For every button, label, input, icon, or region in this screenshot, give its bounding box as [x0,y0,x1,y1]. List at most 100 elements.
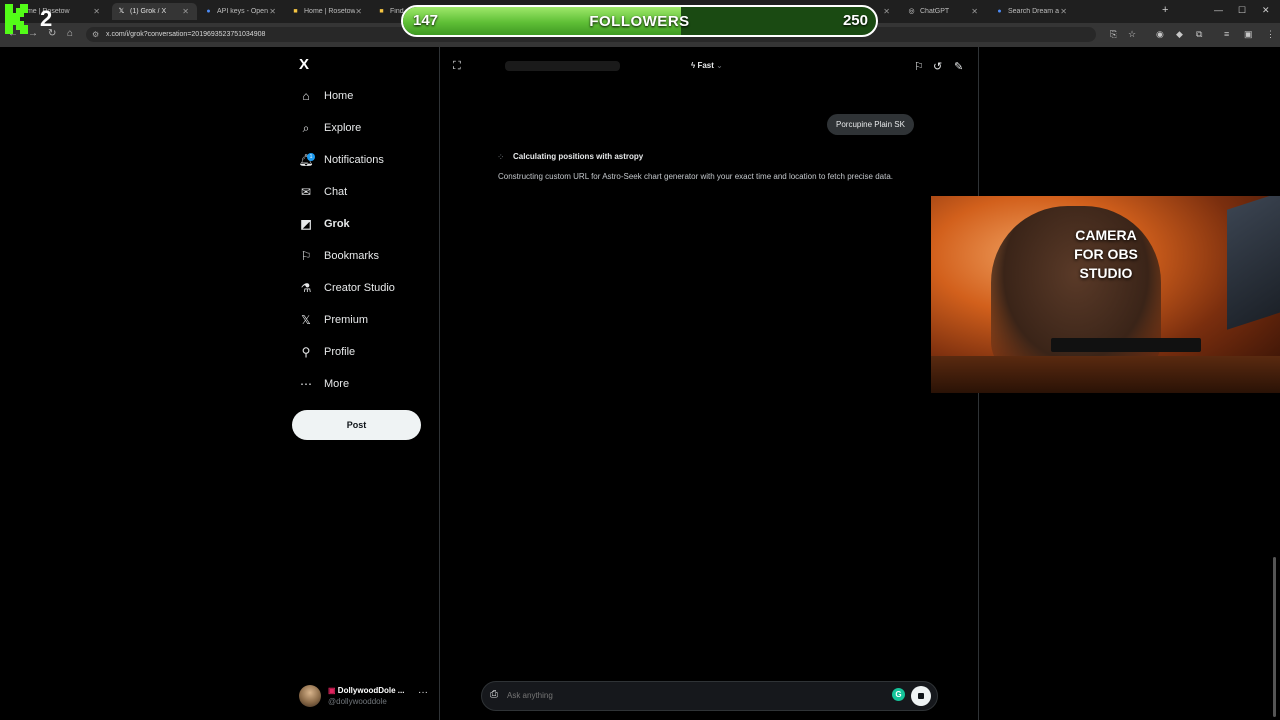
kick-count: 2 [40,6,53,31]
ask-input[interactable] [507,691,877,700]
bolt-icon: ϟ [691,61,696,70]
x-icon: 𝕏 [301,313,311,327]
minimize-button[interactable]: — [1214,5,1223,15]
sidebar-item-bookmarks[interactable]: ⚐ Bookmarks [299,246,379,266]
new-tab-button[interactable]: + [1162,4,1168,16]
followers-current: 147 [413,12,439,29]
canada-flag-icon: ▣ [328,686,336,695]
thinking-body: Constructing custom URL for Astro-Seek c… [498,172,894,181]
left-divider [439,47,440,720]
extension-grammarly-icon[interactable]: ◉ [1156,29,1164,40]
stop-button[interactable] [911,686,931,706]
menu-icon[interactable]: ⋮ [1266,29,1275,40]
tab-title: (1) Grok / X [130,8,167,15]
new-chat-icon[interactable]: ✎ [954,60,963,73]
attach-icon[interactable]: ⎙ [490,689,498,700]
chat-icon: ◎ [908,8,915,15]
thinking-title[interactable]: Calculating positions with astropy [513,152,643,161]
tab-title: API keys - Open [217,8,268,15]
sidepanel-icon[interactable]: ▣ [1244,29,1253,40]
sidebar-item-label: Grok [324,218,350,230]
url-text: x.com/i/grok?conversation=20196935237510… [106,31,266,38]
site-info-icon[interactable]: ⚙ [92,30,99,39]
x-icon: 𝕏 [118,8,125,15]
tab-title: Home | Rosetow [304,8,356,15]
sidebar-item-chat[interactable]: ✉ Chat [299,182,347,202]
media-icon[interactable]: ≡ [1224,29,1229,39]
profile-handle: @dollywooddole [328,697,387,706]
grammarly-icon[interactable]: G [892,688,905,701]
more-dots-icon[interactable]: ··· [418,687,428,698]
cam-monitor [1227,196,1280,330]
followers-goal-bar: FOLLOWERS 147 250 [401,5,878,37]
extensions-puzzle-icon[interactable]: ⧉ [1196,29,1202,40]
chevron-down-icon: ⌄ [716,61,723,70]
x-logo[interactable]: X [299,56,309,73]
avatar [299,685,321,707]
sidebar-item-premium[interactable]: 𝕏 Premium [299,310,368,330]
camera-label: CAMERA FOR OBS STUDIO [1074,227,1138,281]
history-icon[interactable]: ↺ [933,60,942,73]
sidebar-item-label: Creator Studio [324,282,395,294]
search-icon: ⌕ [302,120,310,135]
sidebar-item-grok[interactable]: ◩ Grok [299,214,350,234]
sidebar-item-label: Chat [324,186,348,198]
close-tab-icon[interactable]: ✕ [182,7,189,16]
thinking-icon: ⁘ [497,152,505,162]
sidebar-item-label: Premium [324,314,369,326]
browser-tab[interactable]: ● Search Dream a ✕ [990,3,1075,20]
stop-icon [918,693,924,699]
sidebar-item-creator-studio[interactable]: ⚗ Creator Studio [299,278,395,298]
sidebar-item-label: Notifications [324,154,384,166]
sidebar-item-home[interactable]: ⌂ Home [299,86,353,106]
model-selector[interactable]: ϟ Fast ⌄ [691,61,723,70]
sidebar-item-label: Explore [324,122,362,134]
sidebar-item-profile[interactable]: ⚲ Profile [299,342,356,362]
maximize-button[interactable]: ☐ [1238,5,1246,16]
home-browser-icon[interactable]: ⌂ [67,28,73,39]
close-tab-icon[interactable]: ✕ [93,7,100,16]
kick-logo [5,4,28,34]
expand-icon[interactable]: ⛶ [453,60,461,73]
close-tab-icon[interactable]: ✕ [971,7,978,16]
close-tab-icon[interactable]: ✕ [1060,7,1067,16]
sidebar-item-label: Home [324,90,354,102]
cam-desk [931,356,1280,393]
doc-icon: ■ [379,8,384,15]
more-circle-icon: ⋯ [300,377,312,391]
sidebar-item-label: More [324,378,350,390]
tab-title: Search Dream a [1008,8,1059,15]
globe-icon: ● [997,8,1002,15]
close-tab-icon[interactable]: ✕ [883,7,890,16]
close-tab-icon[interactable]: ✕ [269,7,276,16]
browser-tab[interactable]: ◎ ChatGPT ✕ [902,3,986,20]
home-icon: ⌂ [302,89,310,103]
bookmark-icon[interactable]: ⚐ [914,60,924,73]
grok-icon: ◩ [300,217,312,231]
user-message-bubble: Porcupine Plain SK [827,114,914,135]
person-icon: ⚲ [301,345,311,359]
browser-tab[interactable]: 𝕏 (1) Grok / X ✕ [112,3,197,20]
globe-icon: ● [206,8,211,15]
page-scrollbar[interactable] [1273,557,1276,717]
close-window-button[interactable]: ✕ [1262,5,1270,16]
cam-keyboard [1051,338,1201,352]
post-button[interactable]: Post [292,410,421,440]
sidebar-item-more[interactable]: ⋯ More [299,374,349,394]
star-icon[interactable]: ☆ [1128,29,1136,40]
mail-icon: ✉ [300,185,312,199]
webcam-overlay: CAMERA FOR OBS STUDIO [931,196,1280,393]
sidebar-item-label: Profile [324,346,356,358]
sidebar-item-notifications[interactable]: 🔔︎ 1 Notifications [298,150,384,170]
install-icon[interactable]: ⎘ [1110,29,1117,40]
followers-label: FOLLOWERS [589,13,690,30]
doc-icon: ■ [293,8,298,15]
browser-tab[interactable]: ■ Home | Rosetow ✕ [286,3,370,20]
notification-badge: 1 [307,153,315,161]
sidebar-item-explore[interactable]: ⌕ Explore [299,118,362,138]
account-switcher[interactable]: ▣ DollywoodDole ... @dollywooddole ··· [299,684,434,708]
profile-name: ▣ DollywoodDole ... [328,686,405,695]
extension-icon[interactable]: ◆ [1176,29,1183,40]
close-tab-icon[interactable]: ✕ [355,7,362,16]
browser-tab[interactable]: ● API keys - Open ✕ [199,3,284,20]
